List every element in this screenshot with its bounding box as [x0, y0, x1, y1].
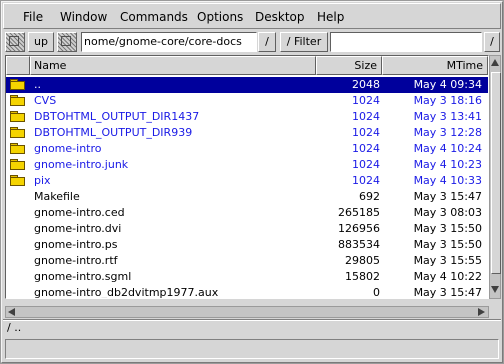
file-mtime: May 3 18:16 — [413, 94, 482, 107]
path-input[interactable]: nome/gnome-core/core-docs — [81, 32, 257, 52]
scroll-down-arrow-icon[interactable] — [491, 286, 499, 293]
menu-options[interactable]: Options — [197, 10, 243, 24]
vertical-scrollbar[interactable] — [489, 55, 501, 299]
back-button[interactable] — [5, 32, 25, 52]
scroll-left-arrow-icon[interactable] — [8, 308, 15, 316]
file-size: 2048 — [352, 78, 380, 91]
column-header-mtime[interactable]: MTime — [382, 56, 488, 75]
file-name: gnome-intro.sgml — [34, 270, 132, 283]
horizontal-scrollbar[interactable] — [5, 306, 489, 318]
folder-icon — [10, 127, 25, 138]
file-list[interactable]: Name Size MTime .. 2048 May 4 09:34 CVS 1024… — [5, 55, 489, 299]
file-mtime: May 4 10:23 — [413, 158, 482, 171]
file-size: 29805 — [345, 254, 380, 267]
menu-commands[interactable]: Commands — [120, 10, 188, 24]
file-mtime: May 4 10:24 — [413, 142, 482, 155]
file-name: gnome-intro.ps — [34, 238, 118, 251]
file-size: 15802 — [345, 270, 380, 283]
file-mtime: May 3 15:50 — [413, 238, 482, 251]
folder-icon — [10, 79, 25, 90]
file-row[interactable]: DBTOHTML_OUTPUT_DIR1437 1024 May 3 13:41 — [6, 109, 488, 125]
folder-icon — [10, 159, 25, 170]
file-row[interactable]: gnome-intro.dvi 126956 May 3 15:50 — [6, 221, 488, 237]
up-button[interactable]: up — [28, 32, 54, 52]
menubar: File Window Commands Options Desktop Hel… — [3, 3, 501, 29]
toolbar: up nome/gnome-core/core-docs / / Filter … — [3, 31, 501, 53]
file-row[interactable]: gnome-intro.sgml 15802 May 4 10:22 — [6, 269, 488, 285]
file-row[interactable]: .. 2048 May 4 09:34 — [6, 77, 488, 93]
file-mtime: May 3 13:41 — [413, 110, 482, 123]
file-size: 126956 — [338, 222, 380, 235]
folder-icon — [10, 111, 25, 122]
file-name: DBTOHTML_OUTPUT_DIR1437 — [34, 110, 200, 123]
file-row[interactable]: gnome-intro.ced 265185 May 3 08:03 — [6, 205, 488, 221]
file-mtime: May 4 10:22 — [413, 270, 482, 283]
menu-file[interactable]: File — [23, 10, 43, 24]
scroll-up-arrow-icon[interactable] — [491, 59, 499, 66]
file-name: Makefile — [34, 190, 80, 203]
file-row[interactable]: gnome-intro 1024 May 4 10:24 — [6, 141, 488, 157]
file-size: 1024 — [352, 142, 380, 155]
column-header-icon[interactable] — [6, 56, 30, 75]
file-row[interactable]: gnome-intro.ps 883534 May 3 15:50 — [6, 237, 488, 253]
file-size: 692 — [359, 190, 380, 203]
file-mtime: May 3 15:50 — [413, 222, 482, 235]
column-header-name[interactable]: Name — [30, 56, 316, 75]
file-size: 883534 — [338, 238, 380, 251]
file-mtime: May 3 12:28 — [413, 126, 482, 139]
file-size: 1024 — [352, 174, 380, 187]
file-name: CVS — [34, 94, 57, 107]
file-name: gnome-intro.rtf — [34, 254, 118, 267]
file-row[interactable]: Makefile 692 May 3 15:47 — [6, 189, 488, 205]
menu-help[interactable]: Help — [317, 10, 344, 24]
file-mtime: May 4 10:33 — [413, 174, 482, 187]
menu-desktop[interactable]: Desktop — [255, 10, 305, 24]
folder-icon — [10, 175, 25, 186]
file-name: DBTOHTML_OUTPUT_DIR939 — [34, 126, 193, 139]
status-bar — [5, 339, 499, 359]
column-header-size[interactable]: Size — [316, 56, 382, 75]
file-name: gnome-intro.ced — [34, 206, 125, 219]
forward-button[interactable] — [57, 32, 77, 52]
file-name: .. — [34, 78, 41, 91]
file-size: 1024 — [352, 126, 380, 139]
file-row[interactable]: gnome-intro_db2dvitmp1977.aux 0 May 3 15:4… — [6, 285, 488, 299]
file-row[interactable]: DBTOHTML_OUTPUT_DIR939 1024 May 3 12:28 — [6, 125, 488, 141]
file-row[interactable]: gnome-intro.rtf 29805 May 3 15:55 — [6, 253, 488, 269]
file-mtime: May 4 09:34 — [413, 78, 482, 91]
folder-icon — [10, 95, 25, 106]
file-mtime: May 3 15:47 — [413, 190, 482, 203]
file-mtime: May 3 08:03 — [413, 206, 482, 219]
file-size: 1024 — [352, 94, 380, 107]
file-row[interactable]: pix 1024 May 4 10:33 — [6, 173, 488, 189]
file-mtime: May 3 15:47 — [413, 286, 482, 299]
file-size: 265185 — [338, 206, 380, 219]
folder-icon — [10, 143, 25, 154]
filter-input[interactable] — [330, 32, 482, 52]
file-name: pix — [34, 174, 51, 187]
path-dropdown-button[interactable]: / — [258, 32, 276, 52]
file-size: 1024 — [352, 158, 380, 171]
file-name: gnome-intro_db2dvitmp1977.aux — [34, 286, 219, 299]
file-name: gnome-intro.junk — [34, 158, 129, 171]
file-size: 1024 — [352, 110, 380, 123]
file-mtime: May 3 15:55 — [413, 254, 482, 267]
divider — [3, 319, 501, 321]
scroll-right-arrow-icon[interactable] — [478, 308, 485, 316]
file-name: gnome-intro.dvi — [34, 222, 122, 235]
status-path: / .. — [7, 321, 22, 334]
menu-window[interactable]: Window — [60, 10, 107, 24]
filter-dropdown-button[interactable]: / — [484, 32, 500, 52]
file-size: 0 — [373, 286, 380, 299]
file-row[interactable]: CVS 1024 May 3 18:16 — [6, 93, 488, 109]
file-row[interactable]: gnome-intro.junk 1024 May 4 10:23 — [6, 157, 488, 173]
file-manager-window: File Window Commands Options Desktop Hel… — [0, 0, 504, 364]
vertical-scroll-thumb[interactable] — [491, 72, 501, 274]
file-name: gnome-intro — [34, 142, 102, 155]
filter-button[interactable]: / Filter — [280, 32, 328, 52]
